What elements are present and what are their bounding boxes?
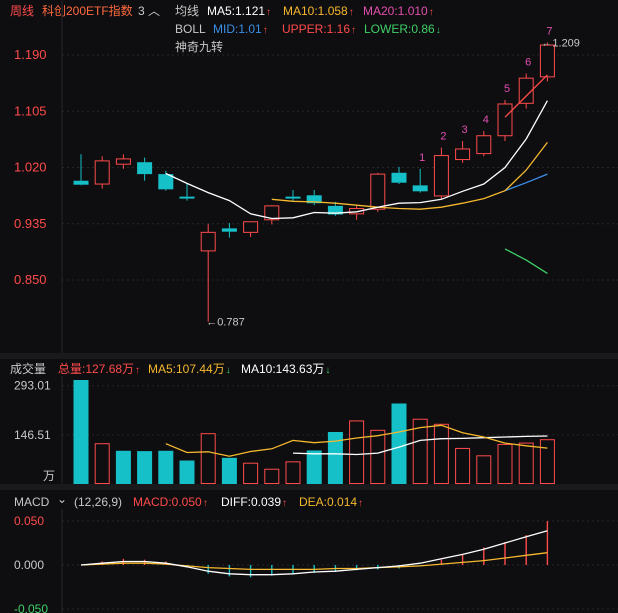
volume-bar xyxy=(94,443,110,484)
macd-tick-label: 0.050 xyxy=(14,514,44,528)
candle xyxy=(115,158,131,165)
volume-header: 成交量 总量:127.68万↑ MA5:107.44万↓ MA10:143.63… xyxy=(0,359,618,377)
volume-bar xyxy=(137,451,153,484)
nine-turn-count: 3 xyxy=(462,124,468,136)
price-tick-label: 0.850 xyxy=(14,272,47,287)
candle xyxy=(179,196,195,199)
candle xyxy=(243,221,259,233)
volume-bar xyxy=(497,443,513,484)
macd-chart[interactable]: 0.050 0.000 -0.050 xyxy=(0,509,618,613)
candle xyxy=(433,155,449,197)
macd-header: MACD ⌄ (12,26,9) MACD:0.050↑ DIFF:0.039↑… xyxy=(0,491,618,509)
volume-chart[interactable]: 293.01 146.51 万 xyxy=(0,376,618,484)
volume-bar xyxy=(455,447,471,484)
nine-turn-count: 5 xyxy=(504,83,510,95)
volume-tick-label: 146.51 xyxy=(14,428,51,442)
volume-bar xyxy=(243,462,259,484)
candle xyxy=(412,185,428,192)
candle xyxy=(497,103,513,137)
volume-title[interactable]: 成交量 xyxy=(10,362,46,376)
price-tick-label: 1.190 xyxy=(14,47,47,62)
volume-unit: 万 xyxy=(43,469,55,483)
volume-bar xyxy=(433,423,449,484)
macd-tick-label: -0.050 xyxy=(14,602,48,613)
volume-bar xyxy=(370,429,386,484)
candle xyxy=(221,228,237,232)
volume-bar xyxy=(200,433,216,484)
price-tick-label: 0.935 xyxy=(14,216,47,231)
candle xyxy=(539,44,555,78)
macd-params: (12,26,9) xyxy=(74,495,123,509)
nine-turn-count: 7 xyxy=(546,25,552,37)
volume-bar xyxy=(73,380,89,484)
volume-bar xyxy=(518,442,534,484)
nine-turn-count: 6 xyxy=(525,57,531,69)
candle xyxy=(370,173,386,210)
volume-bar xyxy=(391,403,407,484)
volume-bar xyxy=(306,450,322,484)
volume-bar xyxy=(539,439,555,484)
volume-bar xyxy=(349,420,365,484)
volume-bar xyxy=(264,468,280,484)
high-price-label: ←1.209 xyxy=(541,37,580,49)
volume-bar xyxy=(285,461,301,484)
candle xyxy=(94,160,110,185)
volume-bar xyxy=(221,457,237,484)
candle xyxy=(137,162,153,175)
price-chart[interactable]: 1.190 1.105 1.020 0.935 0.850 1 2 3 4 5 6 7←1.209 ←0… xyxy=(0,0,618,356)
nine-turn-count: 1 xyxy=(419,152,425,164)
nine-turn-count: 4 xyxy=(483,114,489,126)
boll-mid-line xyxy=(504,173,548,192)
candle xyxy=(285,196,301,199)
divider xyxy=(0,484,618,490)
volume-bar xyxy=(158,450,174,484)
candle xyxy=(73,180,89,185)
boll-lower-line xyxy=(504,248,548,274)
candle xyxy=(391,172,407,183)
macd-tick-label: 0.000 xyxy=(14,558,44,572)
volume-bar xyxy=(179,460,195,484)
macd-title[interactable]: MACD xyxy=(14,495,49,509)
macd-dropdown-icon[interactable]: ⌄ xyxy=(57,492,67,506)
ma5-line xyxy=(165,100,548,220)
volume-bar xyxy=(476,455,492,484)
candle xyxy=(476,135,492,155)
candle xyxy=(455,148,471,161)
price-tick-label: 1.105 xyxy=(14,103,47,118)
price-tick-label: 1.020 xyxy=(14,160,47,175)
nine-turn-count: 2 xyxy=(440,131,446,143)
low-price-label: ←0.787 xyxy=(206,317,245,329)
volume-bar xyxy=(115,450,131,484)
candle xyxy=(200,231,216,252)
volume-tick-label: 293.01 xyxy=(14,379,51,393)
